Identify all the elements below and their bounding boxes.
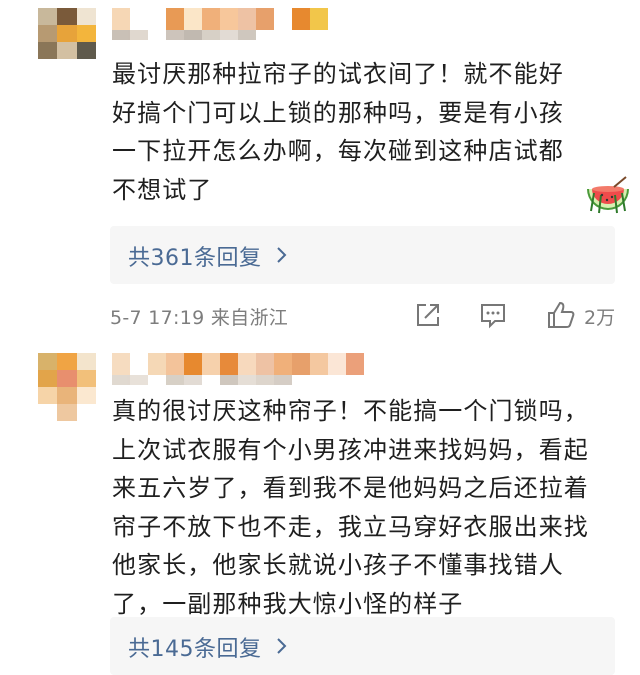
like-count: 2万 xyxy=(584,307,616,329)
avatar[interactable] xyxy=(38,353,96,421)
username[interactable] xyxy=(112,353,364,375)
comment-text: 最讨厌那种拉帘子的试衣间了！就不能好 好搞个门可以上锁的那种吗，要是有小孩 一下… xyxy=(112,60,564,204)
reply-count: 共361条回复 xyxy=(128,246,262,271)
user-badge xyxy=(112,375,292,385)
username[interactable] xyxy=(112,8,328,30)
timestamp: 5-7 17:19 xyxy=(110,307,205,329)
avatar[interactable] xyxy=(38,8,96,76)
comment-text: 真的很讨厌这种帘子！不能搞一个门锁吗， 上次试衣服有个小男孩冲进来找妈妈，看起 … xyxy=(112,397,589,618)
timestamp-location: 5-7 17:19 来自浙江 xyxy=(110,303,288,330)
reply-count: 共145条回复 xyxy=(128,637,262,662)
comment-icon[interactable] xyxy=(478,300,508,330)
reply-thread-link[interactable]: 共361条回复 xyxy=(110,226,615,284)
watermelon-sticker xyxy=(584,175,632,215)
location: 来自浙江 xyxy=(210,307,289,329)
comment-item: 真的很讨厌这种帘子！不能搞一个门锁吗， 上次试衣服有个小男孩冲进来找妈妈，看起 … xyxy=(0,345,640,675)
chevron-right-icon xyxy=(275,637,287,655)
comment-item: 最讨厌那种拉帘子的试衣间了！就不能好 好搞个门可以上锁的那种吗，要是有小孩 一下… xyxy=(0,0,640,345)
reply-thread-link[interactable]: 共145条回复 xyxy=(110,617,615,675)
chevron-right-icon xyxy=(275,246,287,264)
user-badge xyxy=(112,30,256,40)
comment-meta: 5-7 17:19 来自浙江 2万 xyxy=(110,300,620,332)
share-icon[interactable] xyxy=(413,300,443,330)
thumbs-up-icon[interactable] xyxy=(546,300,576,330)
